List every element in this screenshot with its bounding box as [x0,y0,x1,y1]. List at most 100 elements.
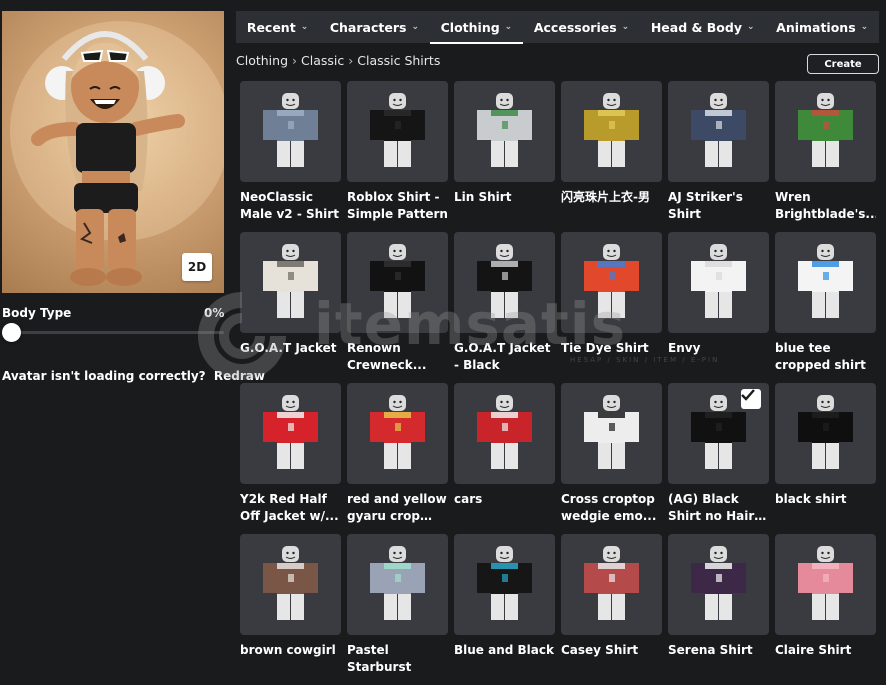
item-thumbnail[interactable] [240,383,341,484]
body-type-slider-track[interactable] [8,331,224,334]
item-name: Envy [668,341,701,355]
item-thumbnail[interactable] [240,534,341,635]
item-name: Cross croptop wedgie emo... [561,492,657,523]
item-card[interactable]: Blue and Black [454,534,555,685]
item-name: Blue and Black [454,643,554,657]
item-card[interactable]: AJ Striker's Shirt [668,81,769,232]
breadcrumb-classic[interactable]: Classic [301,53,344,68]
item-card[interactable]: cars [454,383,555,534]
item-thumbnail[interactable] [668,232,769,333]
chevron-down-icon: ⌄ [746,22,755,32]
item-thumbnail[interactable] [775,232,876,333]
item-thumbnail[interactable] [668,383,769,484]
item-card[interactable]: (AG) Black Shirt no Hair ext [co... [668,383,769,534]
shirt-preview-icon [798,395,853,469]
tab-label: Accessories [533,19,617,35]
item-thumbnail[interactable] [668,534,769,635]
shirt-preview-icon [798,546,853,620]
item-name: Serena Shirt [668,643,753,657]
tab-clothing[interactable]: Clothing ⌄ [429,11,524,44]
chevron-down-icon: ⌄ [860,22,869,32]
item-thumbnail[interactable] [775,534,876,635]
chevron-right-icon: › [292,53,298,68]
item-card[interactable]: Wren Brightblade's... [775,81,876,232]
item-card[interactable]: blue tee cropped shirt [775,232,876,383]
item-card[interactable]: Tie Dye Shirt [561,232,662,383]
item-card[interactable]: Envy [668,232,769,383]
shirt-preview-icon [584,546,639,620]
chevron-right-icon: › [348,53,354,68]
item-thumbnail[interactable] [561,232,662,333]
item-name: NeoClassic Male v2 - Shirt [240,190,339,221]
tab-characters[interactable]: Characters ⌄ [319,11,430,43]
loading-issue-text: Avatar isn't loading correctly? [2,369,206,383]
item-card[interactable]: 闪亮珠片上衣-男 [561,81,662,232]
item-card[interactable]: Claire Shirt [775,534,876,685]
item-name: black shirt [775,492,847,506]
item-name: Y2k Red Half Off Jacket w/... [240,492,339,523]
shirt-preview-icon [584,93,639,167]
item-thumbnail[interactable] [454,534,555,635]
tab-accessories[interactable]: Accessories ⌄ [523,11,640,43]
item-thumbnail[interactable] [561,383,662,484]
tab-recent[interactable]: Recent ⌄ [236,11,319,43]
shirt-preview-icon [370,546,425,620]
item-name: Renown Crewneck... [347,341,427,372]
toggle-2d-button[interactable]: 2D [182,253,212,281]
item-thumbnail[interactable] [454,81,555,182]
item-thumbnail[interactable] [347,383,448,484]
shirt-preview-icon [477,546,532,620]
item-card[interactable]: Cross croptop wedgie emo... [561,383,662,534]
item-card[interactable]: brown cowgirl [240,534,341,685]
item-card[interactable]: black shirt [775,383,876,534]
tab-label: Animations [776,19,856,35]
avatar-redraw-row: Avatar isn't loading correctly? Redraw [2,369,265,383]
item-thumbnail[interactable] [775,383,876,484]
body-type-slider-thumb[interactable] [2,323,21,342]
chevron-down-icon: ⌄ [504,22,513,32]
tab-animations[interactable]: Animations ⌄ [765,11,879,43]
avatar-figure [10,21,224,286]
shirt-preview-icon [584,395,639,469]
chevron-down-icon: ⌄ [300,22,309,32]
item-card[interactable]: Serena Shirt [668,534,769,685]
item-thumbnail[interactable] [454,383,555,484]
item-name: Wren Brightblade's... [775,190,876,221]
item-thumbnail[interactable] [240,232,341,333]
tab-label: Head & Body [650,19,742,35]
item-thumbnail[interactable] [561,81,662,182]
item-card[interactable]: Casey Shirt [561,534,662,685]
shirt-preview-icon [263,546,318,620]
item-card[interactable]: G.O.A.T Jacket - Black [454,232,555,383]
shirt-preview-icon [477,93,532,167]
item-card[interactable]: Lin Shirt [454,81,555,232]
shirt-preview-icon [691,93,746,167]
item-thumbnail[interactable] [668,81,769,182]
create-button[interactable]: Create [807,54,879,74]
avatar-preview[interactable]: 2D [2,11,224,293]
item-thumbnail[interactable] [454,232,555,333]
shirt-preview-icon [477,395,532,469]
item-card[interactable]: red and yellow gyaru crop top... [347,383,448,534]
item-thumbnail[interactable] [347,81,448,182]
item-card[interactable]: Roblox Shirt - Simple Pattern [347,81,448,232]
shirt-preview-icon [370,244,425,318]
item-thumbnail[interactable] [347,534,448,635]
item-card[interactable]: Renown Crewneck... [347,232,448,383]
tab-head-body[interactable]: Head & Body ⌄ [640,11,765,43]
item-thumbnail[interactable] [775,81,876,182]
shirt-preview-icon [263,395,318,469]
shirt-preview-icon [263,244,318,318]
tab-label: Recent [246,19,296,35]
shirt-preview-icon [798,93,853,167]
item-card[interactable]: Y2k Red Half Off Jacket w/... [240,383,341,534]
item-thumbnail[interactable] [240,81,341,182]
item-card[interactable]: Pastel Starburst [347,534,448,685]
item-thumbnail[interactable] [561,534,662,635]
item-card[interactable]: G.O.A.T Jacket [240,232,341,383]
item-card[interactable]: NeoClassic Male v2 - Shirt [240,81,341,232]
item-thumbnail[interactable] [347,232,448,333]
breadcrumb-clothing[interactable]: Clothing [236,53,288,68]
item-name: Claire Shirt [775,643,852,657]
tab-label: Characters [329,19,407,35]
